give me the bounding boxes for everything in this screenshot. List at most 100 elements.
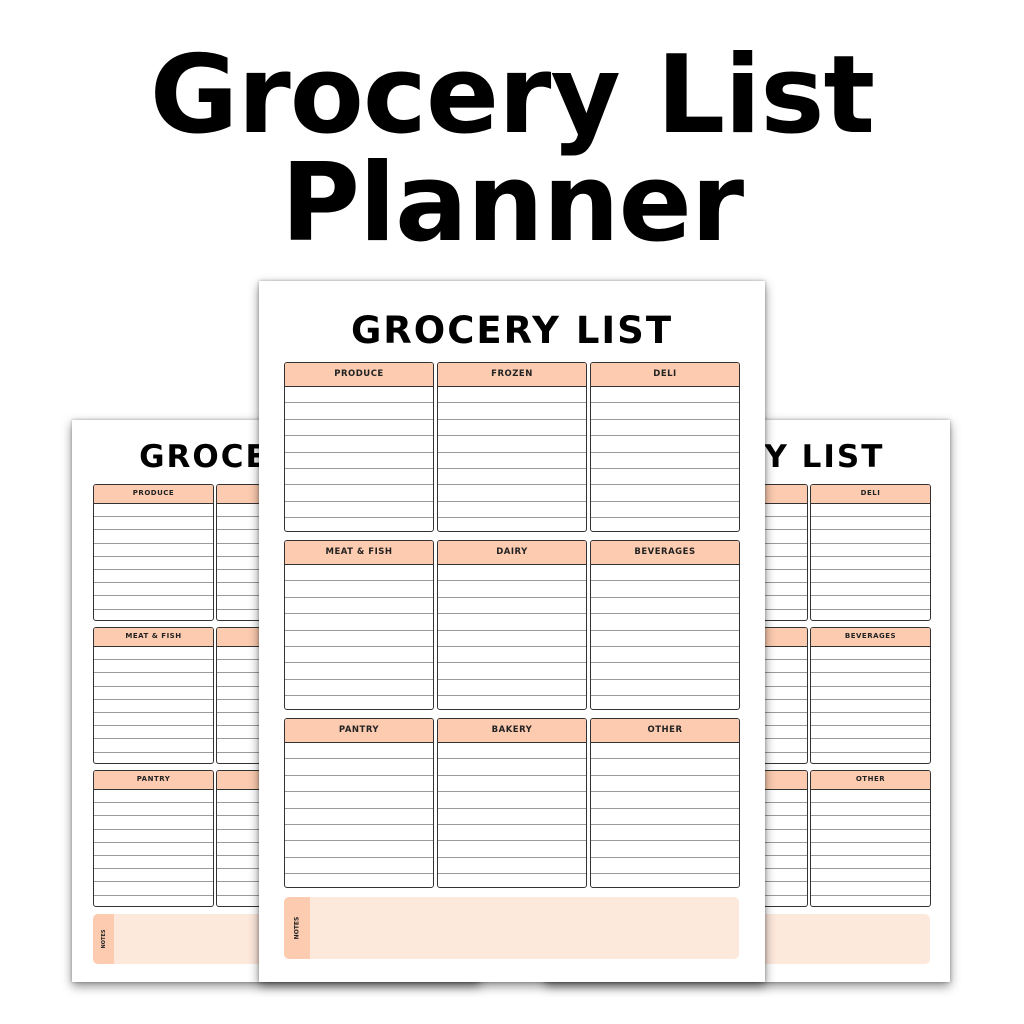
writing-line[interactable] <box>94 739 213 753</box>
writing-line[interactable] <box>591 663 739 680</box>
writing-line[interactable] <box>811 816 930 830</box>
writing-line[interactable] <box>591 403 739 420</box>
writing-line[interactable] <box>591 680 739 697</box>
writing-line[interactable] <box>438 759 586 776</box>
writing-line[interactable] <box>811 896 930 907</box>
writing-line[interactable] <box>591 647 739 664</box>
writing-line[interactable] <box>811 803 930 817</box>
writing-line[interactable] <box>438 743 586 760</box>
writing-line[interactable] <box>438 776 586 793</box>
writing-line[interactable] <box>285 663 433 680</box>
writing-line[interactable] <box>811 596 930 610</box>
writing-line[interactable] <box>285 809 433 825</box>
writing-line[interactable] <box>591 759 739 776</box>
writing-line[interactable] <box>438 420 586 437</box>
writing-line[interactable] <box>811 660 930 674</box>
writing-line[interactable] <box>591 809 739 825</box>
writing-line[interactable] <box>811 647 930 661</box>
writing-line[interactable] <box>811 713 930 727</box>
writing-line[interactable] <box>285 776 433 793</box>
writing-line[interactable] <box>94 517 213 531</box>
writing-line[interactable] <box>94 610 213 621</box>
writing-line[interactable] <box>94 790 213 804</box>
writing-line[interactable] <box>94 530 213 544</box>
writing-line[interactable] <box>591 598 739 615</box>
writing-line[interactable] <box>94 660 213 674</box>
writing-line[interactable] <box>591 858 739 875</box>
writing-line[interactable] <box>438 614 586 631</box>
writing-line[interactable] <box>811 753 930 764</box>
writing-line[interactable] <box>285 631 433 647</box>
writing-line[interactable] <box>438 502 586 519</box>
writing-line[interactable] <box>591 565 739 582</box>
writing-line[interactable] <box>591 469 739 486</box>
writing-line[interactable] <box>438 663 586 680</box>
writing-line[interactable] <box>285 598 433 615</box>
writing-line[interactable] <box>94 583 213 597</box>
writing-line[interactable] <box>811 790 930 804</box>
writing-line[interactable] <box>591 436 739 453</box>
writing-line[interactable] <box>591 453 739 469</box>
writing-line[interactable] <box>438 581 586 598</box>
writing-line[interactable] <box>811 610 930 621</box>
writing-line[interactable] <box>94 830 213 843</box>
writing-line[interactable] <box>438 825 586 842</box>
writing-line[interactable] <box>811 843 930 856</box>
writing-line[interactable] <box>438 565 586 582</box>
writing-line[interactable] <box>285 387 433 404</box>
writing-line[interactable] <box>591 776 739 793</box>
writing-line[interactable] <box>285 581 433 598</box>
writing-line[interactable] <box>285 680 433 697</box>
writing-line[interactable] <box>438 680 586 697</box>
writing-line[interactable] <box>811 504 930 518</box>
writing-line[interactable] <box>94 856 213 870</box>
writing-line[interactable] <box>591 825 739 842</box>
writing-line[interactable] <box>285 436 433 453</box>
writing-line[interactable] <box>591 502 739 519</box>
writing-line[interactable] <box>285 841 433 858</box>
writing-line[interactable] <box>285 759 433 776</box>
writing-line[interactable] <box>438 792 586 809</box>
writing-line[interactable] <box>285 858 433 875</box>
writing-line[interactable] <box>285 565 433 582</box>
writing-line[interactable] <box>811 570 930 584</box>
writing-line[interactable] <box>811 739 930 753</box>
writing-line[interactable] <box>285 647 433 664</box>
writing-line[interactable] <box>438 647 586 664</box>
writing-line[interactable] <box>591 696 739 709</box>
writing-line[interactable] <box>811 856 930 870</box>
writing-line[interactable] <box>94 544 213 557</box>
writing-line[interactable] <box>591 743 739 760</box>
writing-line[interactable] <box>285 696 433 709</box>
writing-line[interactable] <box>94 557 213 570</box>
writing-line[interactable] <box>94 896 213 907</box>
writing-line[interactable] <box>811 687 930 700</box>
writing-line[interactable] <box>285 825 433 842</box>
writing-line[interactable] <box>94 687 213 700</box>
writing-line[interactable] <box>94 700 213 713</box>
writing-line[interactable] <box>94 869 213 883</box>
writing-line[interactable] <box>94 570 213 584</box>
writing-line[interactable] <box>285 420 433 437</box>
writing-line[interactable] <box>811 530 930 544</box>
writing-line[interactable] <box>94 673 213 687</box>
writing-line[interactable] <box>285 792 433 809</box>
writing-line[interactable] <box>591 420 739 437</box>
writing-line[interactable] <box>591 581 739 598</box>
writing-line[interactable] <box>285 502 433 519</box>
writing-line[interactable] <box>811 673 930 687</box>
writing-line[interactable] <box>438 469 586 486</box>
writing-line[interactable] <box>285 453 433 469</box>
writing-line[interactable] <box>591 841 739 858</box>
writing-line[interactable] <box>811 882 930 896</box>
writing-line[interactable] <box>285 403 433 420</box>
writing-line[interactable] <box>94 647 213 661</box>
writing-line[interactable] <box>94 596 213 610</box>
writing-line[interactable] <box>285 743 433 760</box>
writing-line[interactable] <box>94 504 213 518</box>
writing-line[interactable] <box>438 387 586 404</box>
writing-line[interactable] <box>438 485 586 502</box>
writing-line[interactable] <box>591 874 739 887</box>
writing-line[interactable] <box>811 557 930 570</box>
writing-line[interactable] <box>591 614 739 631</box>
